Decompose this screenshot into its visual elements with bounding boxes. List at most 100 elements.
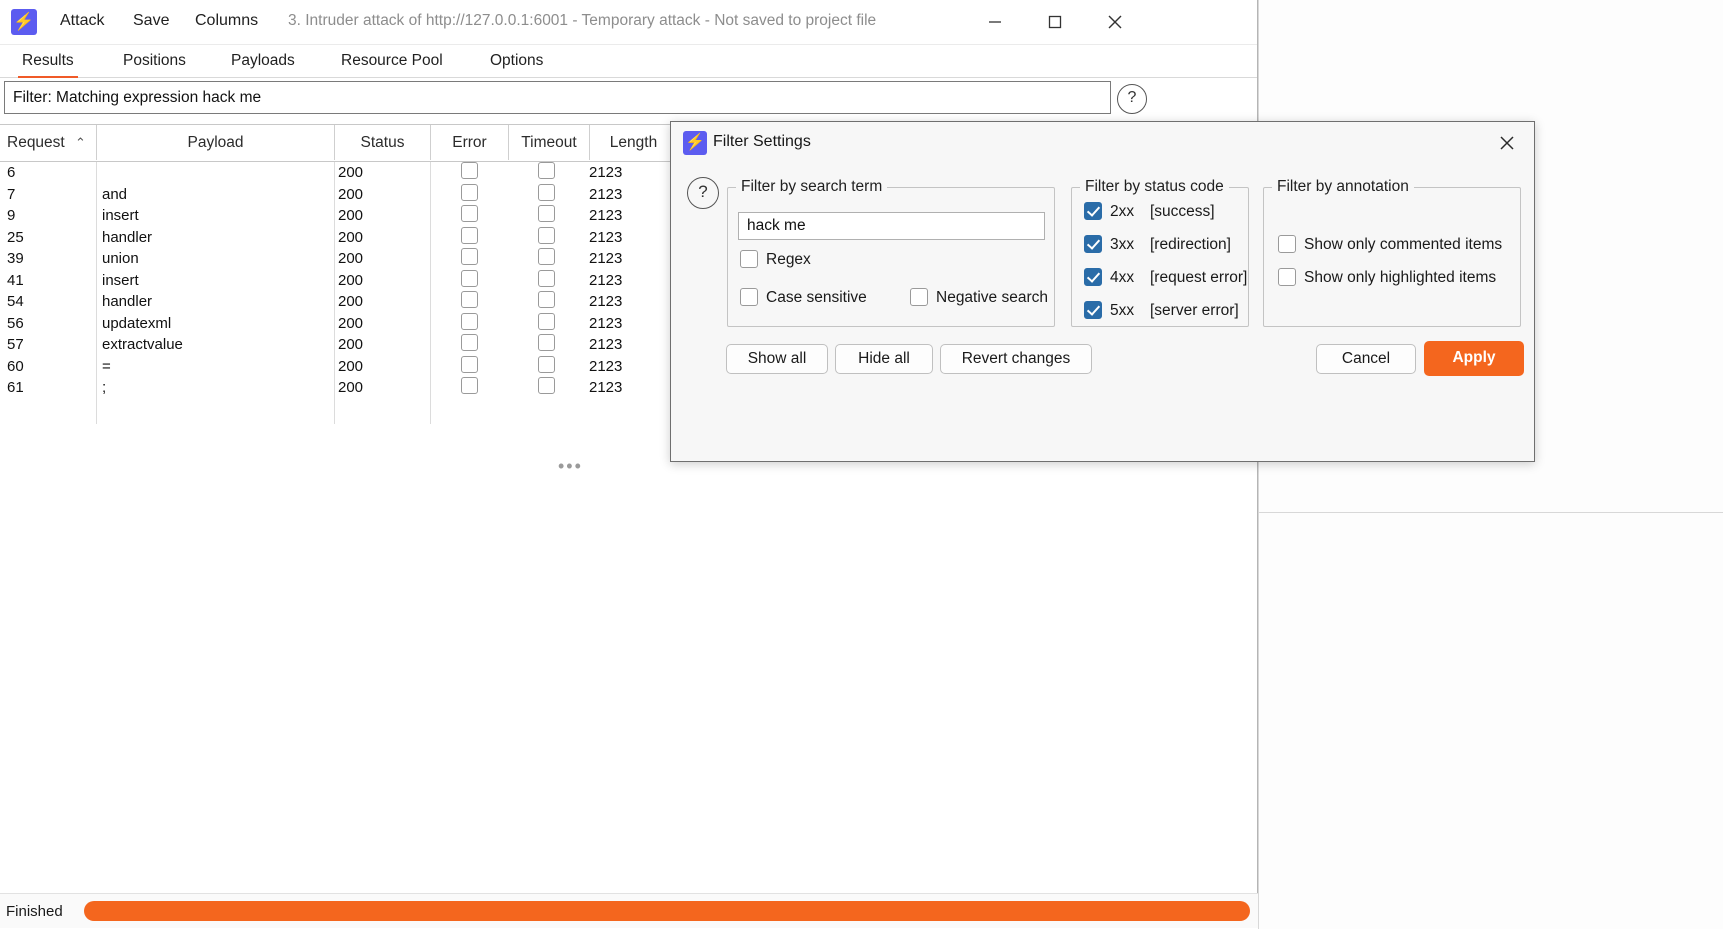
timeout-checkbox[interactable] (538, 269, 555, 287)
tab-options[interactable]: Options (486, 45, 547, 76)
error-checkbox[interactable] (461, 291, 478, 308)
timeout-checkbox[interactable] (538, 205, 555, 222)
negative-search-checkbox[interactable] (910, 288, 928, 306)
cell-error (461, 291, 478, 313)
menu-save[interactable]: Save (128, 10, 174, 32)
regex-checkbox-row[interactable]: Regex (740, 250, 811, 269)
status-4xx-checkbox[interactable] (1084, 268, 1102, 286)
search-term-input[interactable]: hack me (738, 212, 1045, 240)
cell-timeout (538, 183, 555, 206)
filter-by-status-code-group: Filter by status code 2xx [success] 3xx [r… (1071, 178, 1249, 327)
cell-status: 200 (338, 357, 364, 375)
filter-by-search-term-group: Filter by search term hack me Regex Case… (727, 178, 1055, 327)
column-header-length[interactable]: Length (590, 125, 678, 160)
cell-length: 2123 (589, 336, 623, 353)
filter-expression-field[interactable]: Filter: Matching expression hack me (4, 81, 1111, 114)
error-checkbox[interactable] (461, 355, 478, 373)
cancel-button[interactable]: Cancel (1316, 344, 1416, 374)
cell-payload: insert (102, 271, 139, 289)
splitter-grip[interactable]: ••• (558, 456, 583, 477)
cell-length: 2123 (589, 293, 623, 310)
cell-status: 200 (338, 271, 364, 289)
show-only-highlighted-checkbox[interactable] (1278, 268, 1296, 286)
status-3xx-row[interactable]: 3xx [redirection] (1084, 235, 1231, 254)
timeout-checkbox[interactable] (538, 183, 555, 201)
cell-status: 200 (338, 293, 364, 310)
error-checkbox[interactable] (461, 205, 478, 222)
status-2xx-checkbox[interactable] (1084, 202, 1102, 220)
status-5xx-checkbox[interactable] (1084, 301, 1102, 319)
tab-payloads[interactable]: Payloads (227, 45, 299, 76)
case-sensitive-checkbox-row[interactable]: Case sensitive (740, 288, 867, 307)
minimize-icon (989, 21, 1001, 23)
cell-error (461, 162, 478, 184)
case-sensitive-checkbox[interactable] (740, 288, 758, 306)
window-titlebar: ⚡ Attack Save Columns 3. Intruder attack… (0, 0, 1257, 45)
timeout-checkbox[interactable] (538, 291, 555, 308)
column-header-payload[interactable]: Payload (97, 125, 335, 160)
column-header-error[interactable]: Error (431, 125, 509, 160)
negative-search-checkbox-row[interactable]: Negative search (910, 288, 1048, 307)
background-panel-bottom (1258, 512, 1723, 929)
error-checkbox[interactable] (461, 312, 478, 330)
apply-button[interactable]: Apply (1424, 341, 1524, 376)
cell-request: 57 (7, 336, 24, 353)
column-header-timeout[interactable]: Timeout (509, 125, 590, 160)
cell-timeout (538, 291, 555, 313)
cell-error (461, 334, 478, 356)
timeout-checkbox[interactable] (538, 355, 555, 373)
status-5xx-code: 5xx (1110, 302, 1135, 319)
hide-all-button[interactable]: Hide all (835, 344, 933, 374)
show-only-commented-checkbox[interactable] (1278, 235, 1296, 253)
dialog-help-icon[interactable]: ? (687, 177, 719, 209)
minimize-button[interactable] (965, 0, 1025, 44)
filter-help-icon[interactable]: ? (1117, 84, 1147, 114)
tab-resource-pool[interactable]: Resource Pool (337, 45, 447, 76)
error-checkbox[interactable] (461, 334, 478, 351)
cell-status: 200 (338, 250, 364, 267)
cell-timeout (538, 269, 555, 292)
show-highlighted-row[interactable]: Show only highlighted items (1278, 268, 1496, 287)
timeout-checkbox[interactable] (538, 248, 555, 265)
revert-changes-button[interactable]: Revert changes (940, 344, 1092, 374)
column-header-status[interactable]: Status (335, 125, 431, 160)
status-4xx-row[interactable]: 4xx [request error] (1084, 268, 1247, 287)
cell-request: 61 (7, 379, 24, 396)
show-all-button[interactable]: Show all (726, 344, 828, 374)
error-checkbox[interactable] (461, 183, 478, 201)
menu-attack[interactable]: Attack (55, 10, 109, 32)
status-3xx-desc: [redirection] (1150, 236, 1231, 253)
error-checkbox[interactable] (461, 226, 478, 244)
timeout-checkbox[interactable] (538, 226, 555, 244)
timeout-checkbox[interactable] (538, 334, 555, 351)
error-checkbox[interactable] (461, 248, 478, 265)
cell-status: 200 (338, 164, 364, 181)
timeout-checkbox[interactable] (538, 377, 555, 394)
case-sensitive-label: Case sensitive (766, 289, 867, 306)
error-checkbox[interactable] (461, 269, 478, 287)
tab-positions[interactable]: Positions (119, 45, 190, 76)
show-only-commented-label: Show only commented items (1304, 236, 1503, 253)
cell-request: 9 (7, 207, 16, 224)
timeout-checkbox[interactable] (538, 162, 555, 179)
regex-checkbox[interactable] (740, 250, 758, 268)
cell-error (461, 205, 478, 227)
dialog-close-button[interactable] (1488, 126, 1526, 160)
cell-timeout (538, 162, 555, 184)
tab-results[interactable]: Results (18, 45, 78, 79)
error-checkbox[interactable] (461, 162, 478, 179)
close-window-button[interactable] (1085, 0, 1145, 44)
error-checkbox[interactable] (461, 377, 478, 394)
column-label-request: Request (7, 134, 65, 151)
status-2xx-row[interactable]: 2xx [success] (1084, 202, 1215, 221)
column-header-request[interactable]: Request ⌃ (0, 125, 97, 160)
cell-timeout (538, 312, 555, 335)
status-3xx-checkbox[interactable] (1084, 235, 1102, 253)
maximize-button[interactable] (1025, 0, 1085, 44)
status-5xx-row[interactable]: 5xx [server error] (1084, 301, 1239, 320)
menu-columns[interactable]: Columns (190, 10, 263, 32)
timeout-checkbox[interactable] (538, 312, 555, 330)
burp-logo-icon: ⚡ (11, 9, 37, 35)
show-commented-row[interactable]: Show only commented items (1278, 235, 1502, 254)
cell-timeout (538, 355, 555, 378)
